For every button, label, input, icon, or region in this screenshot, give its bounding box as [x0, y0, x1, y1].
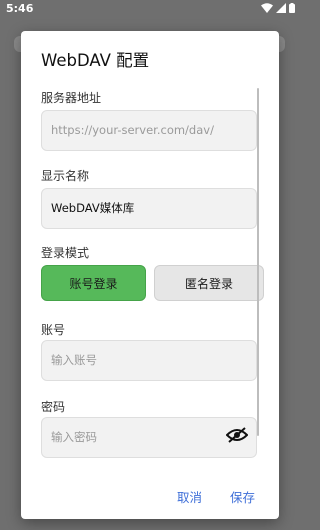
- password-placeholder: 输入密码: [51, 430, 97, 444]
- system-icons: [261, 3, 295, 13]
- webdav-config-dialog: WebDAV 配置 服务器地址 https://your-server.com/…: [21, 31, 279, 519]
- signal-icon: [276, 3, 286, 13]
- password-input[interactable]: 输入密码: [41, 417, 257, 458]
- account-input[interactable]: 输入账号: [41, 340, 257, 381]
- dialog-scroll-area[interactable]: 服务器地址 https://your-server.com/dav/ 显示名称 …: [21, 86, 279, 481]
- password-label: 密码: [41, 400, 66, 414]
- wifi-icon: [261, 3, 273, 13]
- cancel-button[interactable]: 取消: [177, 487, 202, 506]
- display-name-label: 显示名称: [41, 169, 90, 183]
- visibility-off-icon[interactable]: [226, 427, 248, 443]
- status-time: 5:46: [6, 2, 34, 15]
- login-mode-label: 登录模式: [41, 246, 90, 260]
- status-bar: 5:46: [0, 0, 299, 18]
- save-button[interactable]: 保存: [230, 487, 255, 506]
- display-name-input[interactable]: WebDAV媒体库: [41, 188, 257, 229]
- anonymous-login-button[interactable]: 匿名登录: [154, 265, 264, 301]
- server-address-label: 服务器地址: [41, 91, 102, 105]
- server-address-input[interactable]: https://your-server.com/dav/: [41, 110, 257, 151]
- display-name-value: WebDAV媒体库: [51, 201, 135, 215]
- dialog-actions: 取消 保存: [21, 481, 279, 519]
- account-label: 账号: [41, 323, 66, 337]
- scrollbar[interactable]: [257, 88, 259, 436]
- account-login-button[interactable]: 账号登录: [41, 265, 146, 301]
- account-placeholder: 输入账号: [51, 353, 97, 367]
- server-address-placeholder: https://your-server.com/dav/: [51, 123, 214, 137]
- dialog-title: WebDAV 配置: [41, 51, 150, 70]
- battery-icon: [289, 3, 295, 13]
